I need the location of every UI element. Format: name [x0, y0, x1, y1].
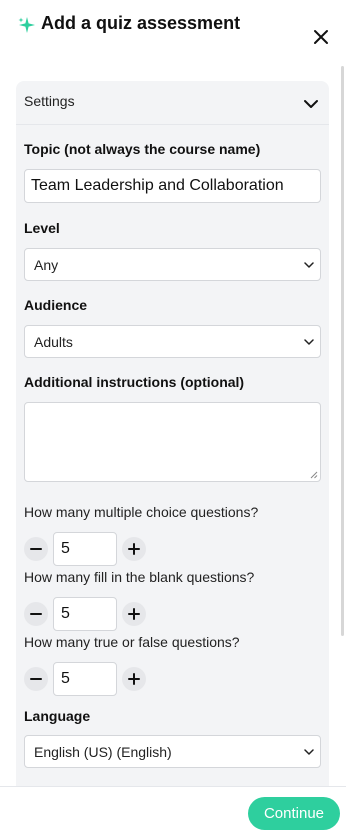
tf-question-label: How many true or false questions?	[24, 634, 240, 650]
language-label: Language	[24, 708, 91, 724]
mc-quantity-stepper: 5	[24, 532, 154, 566]
level-select[interactable]: Any	[24, 248, 321, 281]
level-select-value: Any	[34, 257, 59, 273]
chevron-down-icon	[304, 262, 314, 268]
audience-label: Audience	[24, 297, 88, 313]
fib-count-input[interactable]: 5	[53, 597, 117, 631]
plus-icon	[128, 543, 140, 555]
mc-question-label: How many multiple choice questions?	[24, 504, 259, 520]
level-label: Level	[24, 220, 60, 236]
instructions-textarea[interactable]	[24, 402, 321, 482]
close-icon[interactable]	[308, 24, 334, 50]
dialog-header: Add a quiz assessment	[0, 0, 346, 64]
audience-select-value: Adults	[34, 334, 73, 350]
instructions-label: Additional instructions (optional)	[24, 374, 245, 390]
minus-icon	[30, 613, 42, 615]
continue-button[interactable]: Continue	[248, 797, 340, 830]
tf-quantity-stepper: 5	[24, 662, 154, 696]
sparkle-icon	[18, 17, 35, 33]
plus-icon	[128, 673, 140, 685]
language-select-value: English (US) (English)	[34, 744, 172, 760]
tf-increment-button[interactable]	[122, 667, 146, 691]
dialog-title: Add a quiz assessment	[41, 13, 241, 33]
minus-icon	[30, 678, 42, 680]
fib-question-label: How many fill in the blank questions?	[24, 569, 255, 585]
topic-input[interactable]: Team Leadership and Collaboration	[24, 169, 321, 203]
mc-increment-button[interactable]	[122, 537, 146, 561]
plus-icon	[128, 608, 140, 620]
chevron-down-icon	[304, 749, 314, 755]
scrollbar[interactable]	[341, 66, 344, 636]
chevron-down-icon[interactable]	[303, 97, 319, 111]
tf-decrement-button[interactable]	[24, 667, 48, 691]
chevron-down-icon	[304, 339, 314, 345]
mc-count-input[interactable]: 5	[53, 532, 117, 566]
settings-label: Settings	[24, 93, 75, 109]
resize-grip-icon[interactable]	[310, 471, 318, 479]
fib-increment-button[interactable]	[122, 602, 146, 626]
fib-decrement-button[interactable]	[24, 602, 48, 626]
minus-icon	[30, 548, 42, 550]
language-select[interactable]: English (US) (English)	[24, 735, 321, 768]
fib-quantity-stepper: 5	[24, 597, 154, 631]
mc-decrement-button[interactable]	[24, 537, 48, 561]
settings-accordion-header[interactable]: Settings	[16, 81, 329, 125]
topic-label: Topic (not always the course name)	[24, 141, 261, 157]
audience-select[interactable]: Adults	[24, 325, 321, 358]
tf-count-input[interactable]: 5	[53, 662, 117, 696]
